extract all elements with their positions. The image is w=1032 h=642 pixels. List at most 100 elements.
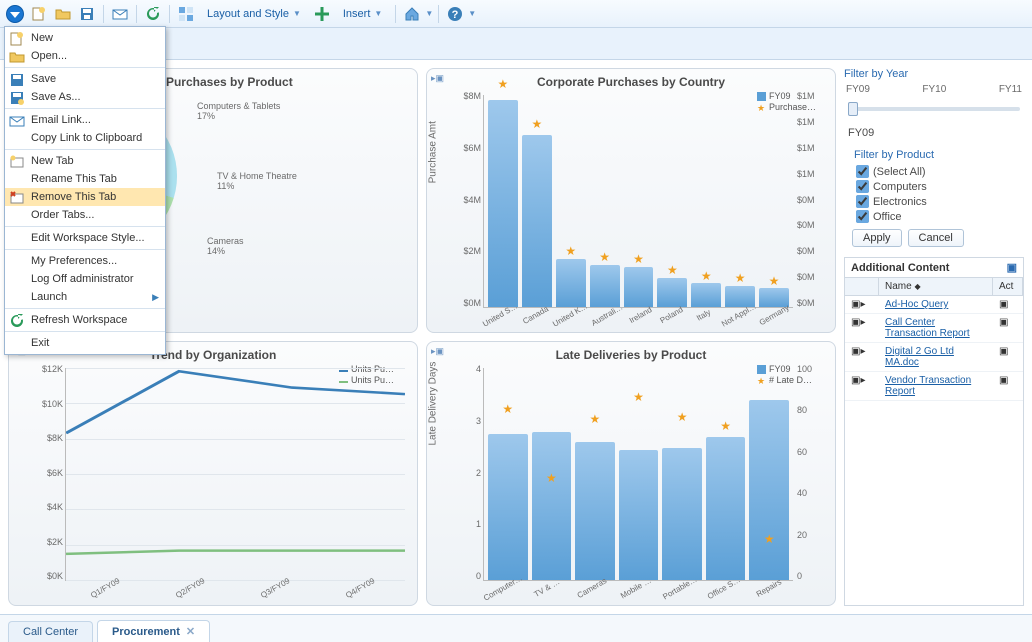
menu-item-my-preferences-[interactable]: My Preferences...: [5, 252, 165, 270]
bars: ★★★★★★★★★: [484, 95, 793, 307]
additional-content: Additional Content ▣ Name ◆ Act ▣▸Ad-Hoc…: [844, 257, 1024, 606]
email-icon[interactable]: [109, 3, 131, 25]
apply-button[interactable]: Apply: [852, 229, 902, 247]
menu-item-edit-workspace-style-[interactable]: Edit Workspace Style...: [5, 229, 165, 247]
list-item[interactable]: ▣▸ Call Center Transaction Report ▣: [845, 314, 1023, 343]
menu-item-refresh-workspace[interactable]: Refresh Workspace: [5, 311, 165, 329]
filter-by-product: Filter by Product (Select All)ComputersE…: [844, 149, 1024, 247]
list-item[interactable]: ▣▸ Digital 2 Go Ltd MA.doc ▣: [845, 343, 1023, 372]
menu-item-label: Email Link...: [31, 114, 91, 126]
insert-icon[interactable]: [311, 3, 333, 25]
additional-columns: Name ◆ Act: [845, 278, 1023, 296]
list-item[interactable]: ▣▸ Ad-Hoc Query ▣: [845, 296, 1023, 314]
item-icon: ▣▸: [845, 296, 879, 313]
menu-item-copy-link-to-clipboard[interactable]: Copy Link to Clipboard: [5, 129, 165, 147]
x-labels: Computer…TV & …CamerasMobile …Portable…O…: [483, 583, 793, 601]
help-icon[interactable]: ?: [444, 3, 466, 25]
chevron-down-icon: ▼: [293, 9, 301, 18]
filter-option[interactable]: (Select All): [856, 165, 1024, 178]
tab-label: Procurement: [112, 626, 180, 638]
home-dropdown[interactable]: ▼: [425, 9, 433, 18]
star-marker: ★: [599, 250, 610, 264]
file-menu: New Open... Save Save As... Email Link... Cop…: [4, 26, 166, 355]
panel-menu-icon[interactable]: ▸▣: [431, 73, 444, 84]
filter-option[interactable]: Office: [856, 210, 1024, 223]
home-icon[interactable]: [401, 3, 423, 25]
checkbox[interactable]: [856, 180, 869, 193]
panel-menu-icon[interactable]: ▸▣: [431, 346, 444, 357]
item-link[interactable]: Digital 2 Go Ltd MA.doc: [885, 346, 954, 368]
menu-item-rename-this-tab[interactable]: Rename This Tab: [5, 170, 165, 188]
action-icon[interactable]: ▣: [993, 314, 1023, 342]
open-icon: [9, 49, 25, 65]
expand-icon[interactable]: ▣: [1007, 261, 1017, 274]
tab-procurement[interactable]: Procurement ✕: [97, 620, 210, 642]
filter-title: Filter by Year: [844, 68, 1024, 80]
help-dropdown[interactable]: ▼: [468, 9, 476, 18]
menu-item-new-tab[interactable]: New Tab: [5, 152, 165, 170]
action-icon[interactable]: ▣: [993, 372, 1023, 400]
star-marker: ★: [769, 274, 780, 288]
save-icon[interactable]: [76, 3, 98, 25]
insert-menu[interactable]: Insert▼: [335, 5, 390, 23]
menu-trigger[interactable]: [4, 3, 26, 25]
action-icon[interactable]: ▣: [993, 296, 1023, 313]
menu-item-launch[interactable]: Launch ▶: [5, 288, 165, 306]
panel-late-deliveries: ▸▣ Late Deliveries by Product FY09 ★# La…: [426, 341, 836, 606]
remove-icon: [9, 190, 25, 206]
new-icon: [9, 31, 25, 47]
menu-item-order-tabs-[interactable]: Order Tabs...: [5, 206, 165, 224]
checkbox[interactable]: [856, 165, 869, 178]
action-icon[interactable]: ▣: [993, 343, 1023, 371]
new-icon[interactable]: [28, 3, 50, 25]
list-item[interactable]: ▣▸Vendor Transaction Report▣: [845, 372, 1023, 401]
email-icon: [9, 113, 25, 129]
menu-item-email-link-[interactable]: Email Link...: [5, 111, 165, 129]
panel-title: Corporate Purchases by Country: [435, 75, 827, 89]
menu-item-label: Launch: [31, 291, 67, 303]
menu-item-save[interactable]: Save: [5, 70, 165, 88]
refresh-icon[interactable]: [142, 3, 164, 25]
checkbox-label: Office: [873, 211, 902, 223]
cancel-button[interactable]: Cancel: [908, 229, 964, 247]
menu-item-label: Log Off administrator: [31, 273, 134, 285]
y-axis-label: Purchase Amt: [428, 121, 439, 183]
filter-option[interactable]: Electronics: [856, 195, 1024, 208]
layout-menu[interactable]: Layout and Style ▼: [199, 5, 309, 23]
menu-item-label: My Preferences...: [31, 255, 117, 267]
bar-chart: FY09 ★Purchase… Purchase Amt $8M$6M$4M$2…: [435, 91, 827, 326]
bar: ★: [662, 448, 702, 581]
layout-icon[interactable]: [175, 3, 197, 25]
layout-label: Layout and Style: [207, 8, 289, 20]
star-marker: ★: [735, 271, 746, 285]
menu-item-label: Save As...: [31, 91, 81, 103]
submenu-arrow-icon: ▶: [152, 292, 159, 303]
menu-item-label: Open...: [31, 50, 67, 62]
item-icon: ▣▸: [845, 343, 879, 371]
menu-item-exit[interactable]: Exit: [5, 334, 165, 352]
item-icon: ▣▸: [845, 314, 879, 342]
menu-item-log-off-administrator[interactable]: Log Off administrator: [5, 270, 165, 288]
bar-chart: FY09 ★# Late D… Late Delivery Days 43210…: [435, 364, 827, 599]
star-marker: ★: [633, 252, 644, 266]
x-labels: United S…CanadaUnited K…Australi…Ireland…: [483, 310, 793, 328]
bar: ★: [522, 135, 552, 307]
menu-item-save-as-[interactable]: Save As...: [5, 88, 165, 106]
menu-item-new[interactable]: New: [5, 29, 165, 47]
slider-thumb[interactable]: [848, 102, 858, 116]
tab-call-center[interactable]: Call Center: [8, 621, 93, 642]
refresh-icon: [9, 313, 25, 329]
item-link[interactable]: Ad-Hoc Query: [885, 299, 948, 310]
toolbar: Layout and Style ▼ Insert▼ ▼ ? ▼: [0, 0, 1032, 28]
year-slider[interactable]: [848, 97, 1020, 121]
menu-item-label: New Tab: [31, 155, 74, 167]
item-link[interactable]: Call Center Transaction Report: [885, 317, 970, 339]
checkbox[interactable]: [856, 210, 869, 223]
tab-close-icon[interactable]: ✕: [186, 625, 195, 638]
menu-item-open-[interactable]: Open...: [5, 47, 165, 65]
item-link[interactable]: Vendor Transaction Report: [885, 375, 971, 397]
menu-item-remove-this-tab[interactable]: Remove This Tab: [5, 188, 165, 206]
open-icon[interactable]: [52, 3, 74, 25]
filter-option[interactable]: Computers: [856, 180, 1024, 193]
checkbox[interactable]: [856, 195, 869, 208]
